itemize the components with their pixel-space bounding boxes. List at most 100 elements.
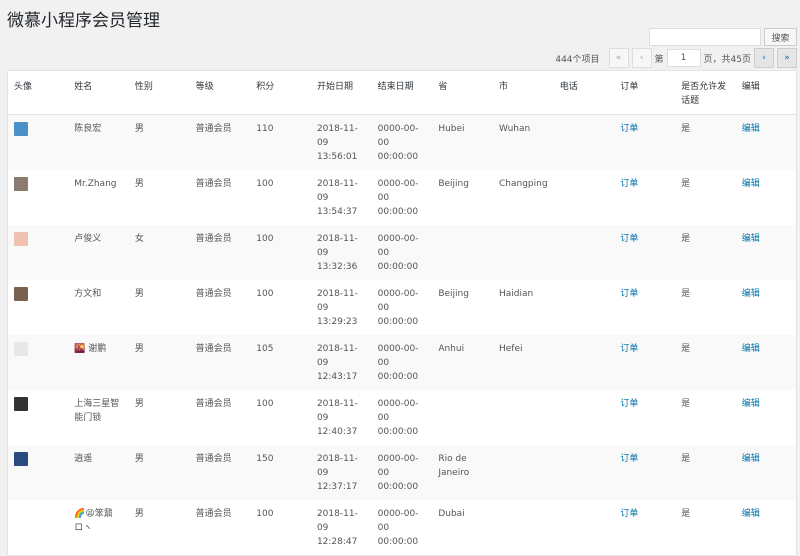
column-header: 编辑 (735, 70, 797, 115)
level-cell: 普通会员 (189, 114, 251, 170)
edit-link[interactable]: 编辑 (742, 234, 760, 244)
gender-cell: 男 (134, 179, 144, 189)
start-cell: 2018-11-09 13:32:36 (310, 225, 372, 280)
name-cell: 方文和 (74, 289, 102, 299)
phone-cell (554, 390, 615, 445)
name-cell: 🌈😫笨鼐ロヽ (74, 509, 113, 533)
avatar (14, 452, 28, 466)
edit-link[interactable]: 编辑 (742, 124, 760, 134)
column-header: 市 (493, 70, 554, 115)
level-cell: 普通会员 (189, 445, 251, 500)
gender-cell: 男 (128, 445, 190, 500)
city-cell: Wuhan (493, 114, 554, 170)
level-cell: 普通会员 (189, 335, 251, 390)
end-cell: 0000-00-00 00:00:00 (371, 445, 433, 500)
points-cell: 100 (256, 399, 274, 409)
column-header: 头像 (7, 70, 69, 115)
phone-cell (553, 114, 615, 170)
level-cell: 普通会员 (195, 289, 232, 299)
end-cell: 0000-00-00 00:00:00 (377, 399, 419, 437)
order-link[interactable]: 订单 (620, 344, 638, 354)
city-cell: Haidian (499, 289, 534, 299)
points-cell: 100 (256, 179, 274, 189)
column-header: 姓名 (68, 70, 129, 115)
avatar (14, 287, 28, 301)
name-cell: 🌇 谢鹏 (68, 335, 129, 390)
name-cell: Mr.Zhang (74, 179, 117, 189)
table-row: Mr.Zhang 男 普通会员 100 2018-11-09 13:54:37 0000-… (8, 170, 797, 225)
phone-cell (553, 225, 615, 280)
order-link[interactable]: 订单 (620, 454, 638, 464)
column-header: 是否允许发话题 (675, 70, 736, 115)
edit-link[interactable]: 编辑 (742, 289, 760, 299)
search-button[interactable]: 搜索 (764, 28, 797, 46)
edit-link[interactable]: 编辑 (742, 399, 760, 409)
points-cell: 110 (250, 114, 311, 170)
first-page-button[interactable]: « (608, 48, 629, 68)
page-prefix: 第 (654, 54, 664, 65)
city-cell: Changping (499, 179, 548, 189)
avatar (14, 122, 28, 136)
column-header: 开始日期 (310, 70, 372, 115)
page-input[interactable]: 1 (666, 49, 701, 67)
gender-cell: 男 (128, 335, 190, 390)
avatar (14, 342, 28, 356)
start-cell: 2018-11-09 12:43:17 (310, 335, 372, 390)
pagination: 444个项目 « ‹ 第 1 页，共45页 › » (555, 48, 797, 68)
points-cell: 150 (250, 445, 311, 500)
phone-cell (553, 445, 615, 500)
order-link[interactable]: 订单 (620, 399, 638, 409)
table-row: 陈良宏男普通会员 110 2018-11-09 13:56:01 0000-00-00… (7, 114, 797, 170)
points-cell: 100 (256, 509, 274, 519)
item-count: 444个项目 (555, 54, 600, 65)
city-cell (493, 390, 554, 445)
order-link[interactable]: 订单 (620, 289, 638, 299)
allow-cell: 是 (675, 225, 736, 280)
name-cell: 卢俊义 (68, 225, 129, 280)
gender-cell: 女 (128, 225, 190, 280)
members-table: 头像 姓名 性别 等级 积分 开始日期 结束日期省市电话 订单 是否允许发话题 编辑 陈良宏男普通… (7, 70, 797, 556)
level-cell: 普通会员 (189, 225, 251, 280)
points-cell: 100 (250, 225, 311, 280)
start-cell: 2018-11-09 13:56:01 (310, 114, 372, 170)
allow-cell: 是 (681, 399, 691, 409)
province-cell (432, 390, 493, 445)
column-header: 订单 (614, 70, 676, 115)
allow-cell: 是 (675, 335, 736, 390)
table-row: 方文和 男 普通会员 100 2018-11-09 13:29:23 0000-00-00… (8, 280, 797, 335)
edit-link[interactable]: 编辑 (742, 179, 760, 189)
start-cell: 2018-11-09 12:40:37 (316, 399, 358, 437)
page-suffix: 页，共45页 (703, 54, 751, 65)
start-cell: 2018-11-09 12:28:47 (316, 509, 358, 547)
city-cell (493, 500, 554, 556)
order-link[interactable]: 订单 (620, 234, 638, 244)
city-cell: Hefei (493, 335, 554, 390)
name-cell: 陈良宏 (68, 114, 129, 170)
name-cell: 逍遥 (68, 445, 129, 500)
phone-cell (553, 335, 615, 390)
order-link[interactable]: 订单 (620, 179, 638, 189)
end-cell: 0000-00-00 00:00:00 (371, 335, 433, 390)
order-link[interactable]: 订单 (620, 124, 638, 134)
column-header: 结束日期 (371, 70, 433, 115)
edit-link[interactable]: 编辑 (742, 454, 760, 464)
allow-cell: 是 (681, 509, 691, 519)
avatar (14, 177, 28, 191)
last-page-button[interactable]: » (777, 48, 797, 68)
city-cell (493, 445, 554, 500)
edit-link[interactable]: 编辑 (742, 344, 760, 354)
name-cell: 上海三星智能门锁 (74, 399, 120, 423)
order-link[interactable]: 订单 (620, 509, 638, 519)
column-header: 等级 (189, 70, 251, 115)
search-input[interactable] (649, 28, 761, 46)
table-row: 卢俊义女普通会员 100 2018-11-09 13:32:36 0000-00-00… (7, 225, 797, 280)
start-cell: 2018-11-09 13:29:23 (316, 289, 358, 327)
next-page-button[interactable]: › (754, 48, 774, 68)
column-header: 电话 (553, 70, 615, 115)
allow-cell: 是 (675, 114, 736, 170)
prev-page-button[interactable]: ‹ (631, 48, 652, 68)
edit-link[interactable]: 编辑 (742, 509, 760, 519)
end-cell: 0000-00-00 00:00:00 (377, 509, 419, 547)
avatar (14, 397, 28, 411)
phone-cell (554, 280, 615, 335)
